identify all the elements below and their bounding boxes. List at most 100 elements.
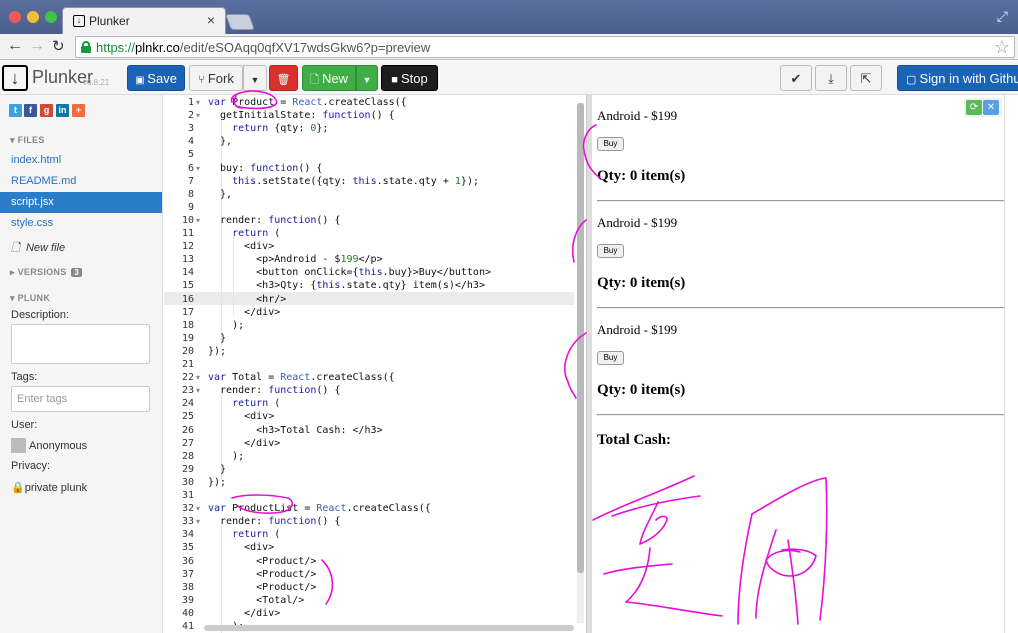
bookmark-star-icon[interactable]: ☆ [994, 37, 1010, 58]
code-line[interactable]: <Product/> [208, 568, 316, 581]
code-line[interactable]: }); [208, 476, 226, 489]
file-item[interactable]: script.jsx [0, 192, 162, 213]
twitter-icon[interactable]: t [9, 104, 22, 117]
signin-github-button[interactable]: ▢ Sign in with Github [897, 65, 1018, 91]
open-external-button[interactable]: ⇱ [850, 65, 882, 91]
description-input[interactable] [11, 324, 150, 364]
code-line[interactable]: var Product = React.createClass({ [208, 96, 407, 109]
refresh-icon[interactable]: ⟳ [966, 100, 982, 115]
code-line[interactable]: <div> [208, 410, 274, 423]
maximize-window-icon[interactable] [45, 11, 57, 23]
fold-arrow-icon[interactable]: ▾ [196, 96, 200, 109]
code-editor[interactable]: 1 ▾ var Product = React.createClass({2 ▾ ge… [164, 95, 587, 633]
code-line[interactable]: </div> [208, 607, 280, 620]
google-plus-icon[interactable]: g [40, 104, 53, 117]
new-tab-button[interactable] [225, 14, 255, 30]
code-line[interactable]: var Total = React.createClass({ [208, 371, 395, 384]
code-line[interactable]: <hr/> [208, 293, 286, 306]
tab-close-icon[interactable]: × [207, 12, 215, 28]
delete-button[interactable]: 🗑 [269, 65, 298, 91]
fold-arrow-icon[interactable]: ▾ [196, 384, 200, 397]
fold-arrow-icon[interactable]: ▾ [196, 162, 200, 175]
line-number: 40 [181, 607, 194, 619]
code-line[interactable]: var ProductList = React.createClass({ [208, 502, 431, 515]
code-line[interactable]: <div> [208, 240, 274, 253]
fold-arrow-icon[interactable]: ▾ [196, 515, 200, 528]
code-line[interactable]: ); [208, 319, 244, 332]
tab-title: Plunker [89, 14, 130, 28]
file-item[interactable]: README.md [0, 171, 162, 192]
file-item[interactable]: style.css [0, 213, 162, 234]
trash-icon: 🗑 [276, 74, 291, 86]
buy-button[interactable]: Buy [597, 137, 624, 151]
url-input[interactable]: https://plnkr.co/edit/eSOAqq0qfXV17wdsGk… [75, 36, 1015, 58]
fold-arrow-icon[interactable]: ▾ [196, 371, 200, 384]
close-window-icon[interactable] [9, 11, 21, 23]
browser-tab[interactable]: ↓ Plunker × [62, 7, 226, 34]
buy-button[interactable]: Buy [597, 351, 624, 365]
back-icon[interactable]: ← [7, 37, 23, 55]
linkedin-icon[interactable]: in [56, 104, 69, 117]
fork-options-button[interactable]: ▼ [243, 65, 267, 91]
code-line[interactable]: <button onClick={this.buy}>Buy</button> [208, 266, 491, 279]
code-line[interactable]: <div> [208, 541, 274, 554]
plunk-header[interactable]: ▾ PLUNK [10, 293, 50, 304]
code-line[interactable]: return ( [208, 397, 280, 410]
code-line[interactable]: } [208, 463, 226, 476]
file-item[interactable]: index.html [0, 150, 162, 171]
editor-horizontal-scrollbar[interactable] [204, 625, 574, 631]
code-line[interactable]: <Product/> [208, 555, 316, 568]
code-line[interactable]: return ( [208, 528, 280, 541]
files-header[interactable]: ▾ FILES [10, 135, 45, 146]
code-line[interactable]: render: function() { [208, 384, 340, 397]
code-line[interactable]: <p>Android - $199</p> [208, 253, 382, 266]
code-line[interactable]: return ( [208, 227, 280, 240]
add-icon[interactable]: + [72, 104, 85, 117]
code-line[interactable]: this.setState({qty: this.state.qty + 1})… [208, 175, 479, 188]
new-button[interactable]: 🗋 New [302, 65, 356, 91]
preview-scrollbar[interactable] [1004, 95, 1018, 633]
scrollbar-thumb[interactable] [577, 103, 584, 573]
code-line[interactable]: return {qty: 0}; [208, 122, 328, 135]
description-label: Description: [11, 309, 70, 321]
tags-input[interactable] [11, 386, 150, 412]
check-button[interactable]: ✔ [780, 65, 812, 91]
code-line[interactable]: <Total/> [208, 594, 304, 607]
fullscreen-icon[interactable]: ⤢ [997, 8, 1008, 25]
code-line[interactable]: ); [208, 450, 244, 463]
download-button[interactable]: ⤓ [815, 65, 847, 91]
close-preview-icon[interactable]: ✕ [983, 100, 999, 115]
code-line[interactable]: }, [208, 188, 232, 201]
new-options-button[interactable]: ▼ [356, 65, 378, 91]
facebook-icon[interactable]: f [24, 104, 37, 117]
fold-arrow-icon[interactable]: ▾ [196, 502, 200, 515]
code-line[interactable]: } [208, 332, 226, 345]
code-line[interactable]: render: function() { [208, 214, 340, 227]
fold-arrow-icon[interactable]: ▾ [196, 109, 200, 122]
fork-button[interactable]: ⑂ Fork [189, 65, 243, 91]
minimize-window-icon[interactable] [27, 11, 39, 23]
editor-vertical-scrollbar[interactable] [577, 103, 584, 623]
code-line[interactable]: render: function() { [208, 515, 340, 528]
code-line[interactable]: <Product/> [208, 581, 316, 594]
code-line[interactable]: getInitialState: function() { [208, 109, 395, 122]
code-line[interactable]: </div> [208, 437, 280, 450]
buy-button[interactable]: Buy [597, 244, 624, 258]
file-icon: 🗋 [310, 74, 322, 86]
forward-icon[interactable]: → [29, 37, 45, 55]
line-number: 5 [187, 149, 194, 161]
code-line[interactable]: }, [208, 135, 232, 148]
code-line[interactable]: <h3>Qty: {this.state.qty} item(s)</h3> [208, 279, 485, 292]
code-line[interactable]: }); [208, 345, 226, 358]
code-line[interactable]: </div> [208, 306, 280, 319]
plunker-logo-icon[interactable]: ↓ [2, 65, 28, 91]
stop-button[interactable]: ■ Stop [381, 65, 438, 91]
new-file-link[interactable]: 🗋 New file [11, 239, 65, 258]
versions-header[interactable]: ▸ VERSIONS 3 [10, 267, 83, 278]
code-line[interactable]: buy: function() { [208, 162, 322, 175]
reload-icon[interactable]: ↻ [52, 37, 65, 55]
save-button[interactable]: ▣ Save [127, 65, 185, 91]
code-line[interactable]: <h3>Total Cash: </h3> [208, 424, 382, 437]
check-icon: ✔ [790, 71, 802, 86]
fold-arrow-icon[interactable]: ▾ [196, 214, 200, 227]
